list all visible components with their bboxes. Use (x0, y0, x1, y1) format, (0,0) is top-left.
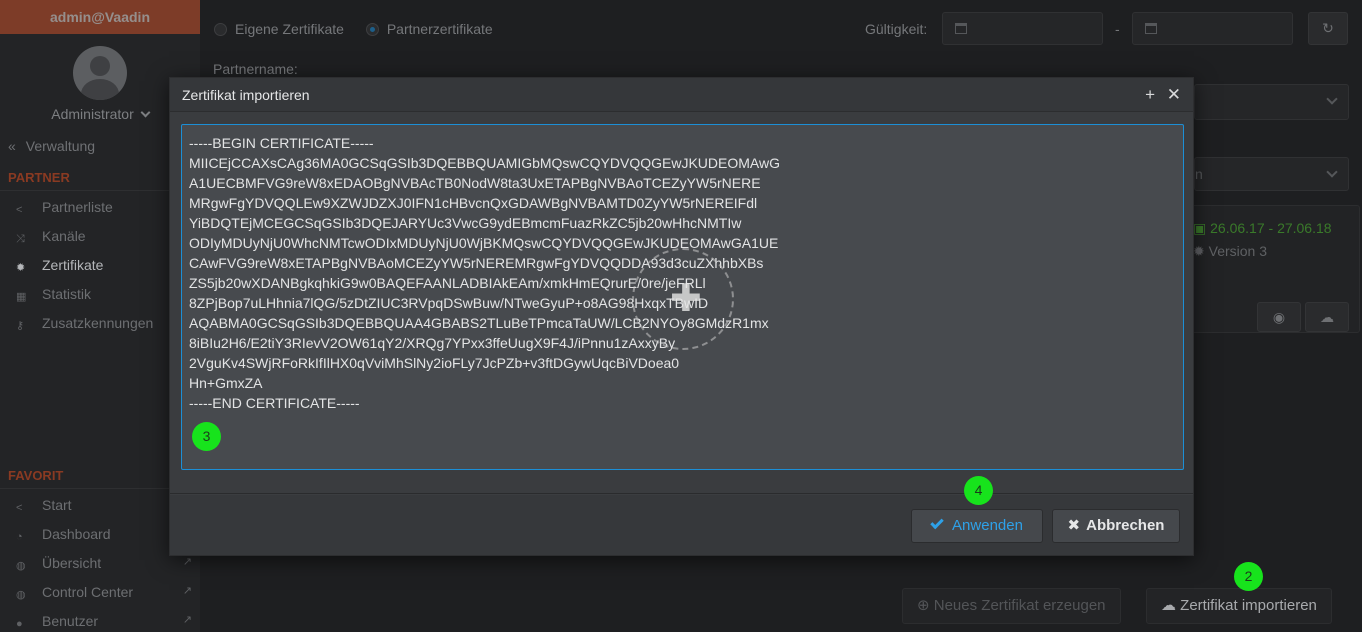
validity-from-field[interactable] (942, 12, 1103, 45)
import-certificate-label: Zertifikat importieren (1180, 597, 1317, 614)
plus-icon: ✚ (670, 278, 702, 320)
validity-dates: ▣ 26.06.17 - 27.06.18 (1193, 220, 1332, 237)
certificate-version: ✹ Version 3 (1193, 243, 1267, 260)
cancel-label: Abbrechen (1086, 517, 1165, 534)
sidebar-item-label: Partnerliste (42, 199, 113, 215)
apply-button[interactable]: Anwenden (911, 509, 1043, 543)
users-icon: ● (16, 618, 23, 630)
validity-to-field[interactable] (1132, 12, 1293, 45)
radio-partner-label: Partnerzertifikate (386, 21, 493, 37)
dialog-footer: Anwenden ✖ Abbrechen (170, 495, 1193, 555)
double-chevron-left-icon: « (8, 138, 16, 154)
sidebar-item-label: Zertifikate (42, 257, 104, 273)
step-badge-2: 2 (1234, 562, 1263, 591)
section-favorit: FAVORIT (8, 468, 64, 483)
calendar-icon (1145, 23, 1157, 34)
date-separator: - (1115, 21, 1120, 37)
plus-circle-icon: ⊕ (917, 597, 934, 614)
certificate-icon: ✹ (16, 262, 26, 274)
share-icon: < (16, 204, 23, 216)
dialog-header: Zertifikat importieren + ✕ (170, 78, 1193, 112)
certificate-card: ▣ 26.06.17 - 27.06.18 ✹ Version 3 ◉ ☁ (1180, 205, 1360, 333)
sidebar-item-label: Control Center (42, 584, 134, 600)
sidebar-item-label: Benutzer (42, 613, 99, 629)
external-link-icon: ↗ (182, 614, 192, 626)
share-icon: < (16, 502, 23, 514)
calendar-icon: ▦ (16, 291, 27, 303)
dialog-title: Zertifikat importieren (182, 87, 310, 103)
cancel-button[interactable]: ✖ Abbrechen (1052, 509, 1180, 543)
apply-label: Anwenden (952, 517, 1023, 534)
sidebar-item-label: Statistik (42, 286, 92, 302)
calendar-icon (955, 23, 967, 34)
back-link[interactable]: « Verwaltung (8, 138, 95, 154)
sidebar-item-benutzer[interactable]: ● Benutzer ↗ (16, 613, 200, 630)
validity-dates-text: 26.06.17 - 27.06.18 (1210, 220, 1332, 236)
gear-icon: ✹ (1193, 243, 1209, 259)
globe-icon: ◍ (16, 560, 26, 572)
radio-partner-certificates[interactable] (365, 23, 379, 36)
avatar[interactable] (73, 46, 127, 100)
sidebar-item-uebersicht[interactable]: ◍ Übersicht ↗ (16, 555, 200, 572)
radio-own-certificates[interactable] (214, 23, 227, 36)
drag-cursor-indicator: ✚ (632, 248, 734, 350)
shuffle-icon: ⤨ (16, 233, 25, 245)
version-text: Version 3 (1208, 243, 1267, 259)
globe-icon: ◍ (16, 589, 26, 601)
calendar-check-icon: ▣ (1193, 220, 1211, 236)
sidebar-item-control-center[interactable]: ◍ Control Center ↗ (16, 584, 200, 601)
partnername-label: Partnername: (213, 61, 298, 77)
step-badge-4: 4 (964, 476, 993, 505)
chevron-down-icon (1326, 166, 1338, 178)
external-link-icon: ↗ (182, 556, 192, 568)
check-icon (930, 515, 944, 530)
secondary-dropdown[interactable]: n (1194, 157, 1349, 191)
external-link-icon: ↗ (182, 585, 192, 597)
sidebar-item-label: Dashboard (42, 526, 111, 542)
sidebar-item-label: Übersicht (42, 555, 102, 571)
dashboard-icon: ◔ (16, 531, 23, 543)
refresh-button[interactable]: ↻ (1308, 12, 1348, 45)
cloud-upload-icon: ☁ (1161, 597, 1181, 614)
view-button[interactable]: ◉ (1257, 302, 1301, 332)
refresh-icon: ↻ (1322, 20, 1334, 36)
new-certificate-label: Neues Zertifikat erzeugen (933, 597, 1106, 614)
sidebar-item-label: Kanäle (42, 228, 86, 244)
dropdown-value: n (1195, 166, 1203, 182)
section-partner: PARTNER (8, 170, 70, 185)
chevron-down-icon (1326, 93, 1338, 105)
user-header[interactable]: admin@Vaadin (0, 0, 200, 34)
radio-own-label: Eigene Zertifikate (235, 21, 344, 37)
sidebar-item-label: Zusatzkennungen (42, 315, 154, 331)
download-button[interactable]: ☁ (1305, 302, 1349, 332)
import-certificate-button[interactable]: ☁ Zertifikat importieren (1146, 588, 1332, 624)
chevron-down-icon (140, 107, 151, 118)
maximize-icon[interactable]: + (1145, 78, 1155, 112)
key-icon: ⚷ (16, 320, 25, 332)
validity-label: Gültigkeit: (865, 21, 928, 37)
close-icon[interactable]: ✕ (1167, 78, 1181, 112)
sidebar-item-label: Start (42, 497, 72, 513)
role-label: Administrator (51, 106, 134, 122)
cloud-download-icon: ☁ (1320, 309, 1334, 325)
back-label: Verwaltung (25, 138, 96, 154)
eye-icon: ◉ (1272, 309, 1286, 325)
certificate-type-radio-group: Eigene Zertifikate Partnerzertifikate (214, 21, 493, 37)
step-badge-3: 3 (192, 422, 221, 451)
new-certificate-button[interactable]: ⊕ Neues Zertifikat erzeugen (902, 588, 1121, 624)
partnername-dropdown[interactable] (1194, 84, 1349, 120)
close-icon: ✖ (1067, 517, 1081, 534)
